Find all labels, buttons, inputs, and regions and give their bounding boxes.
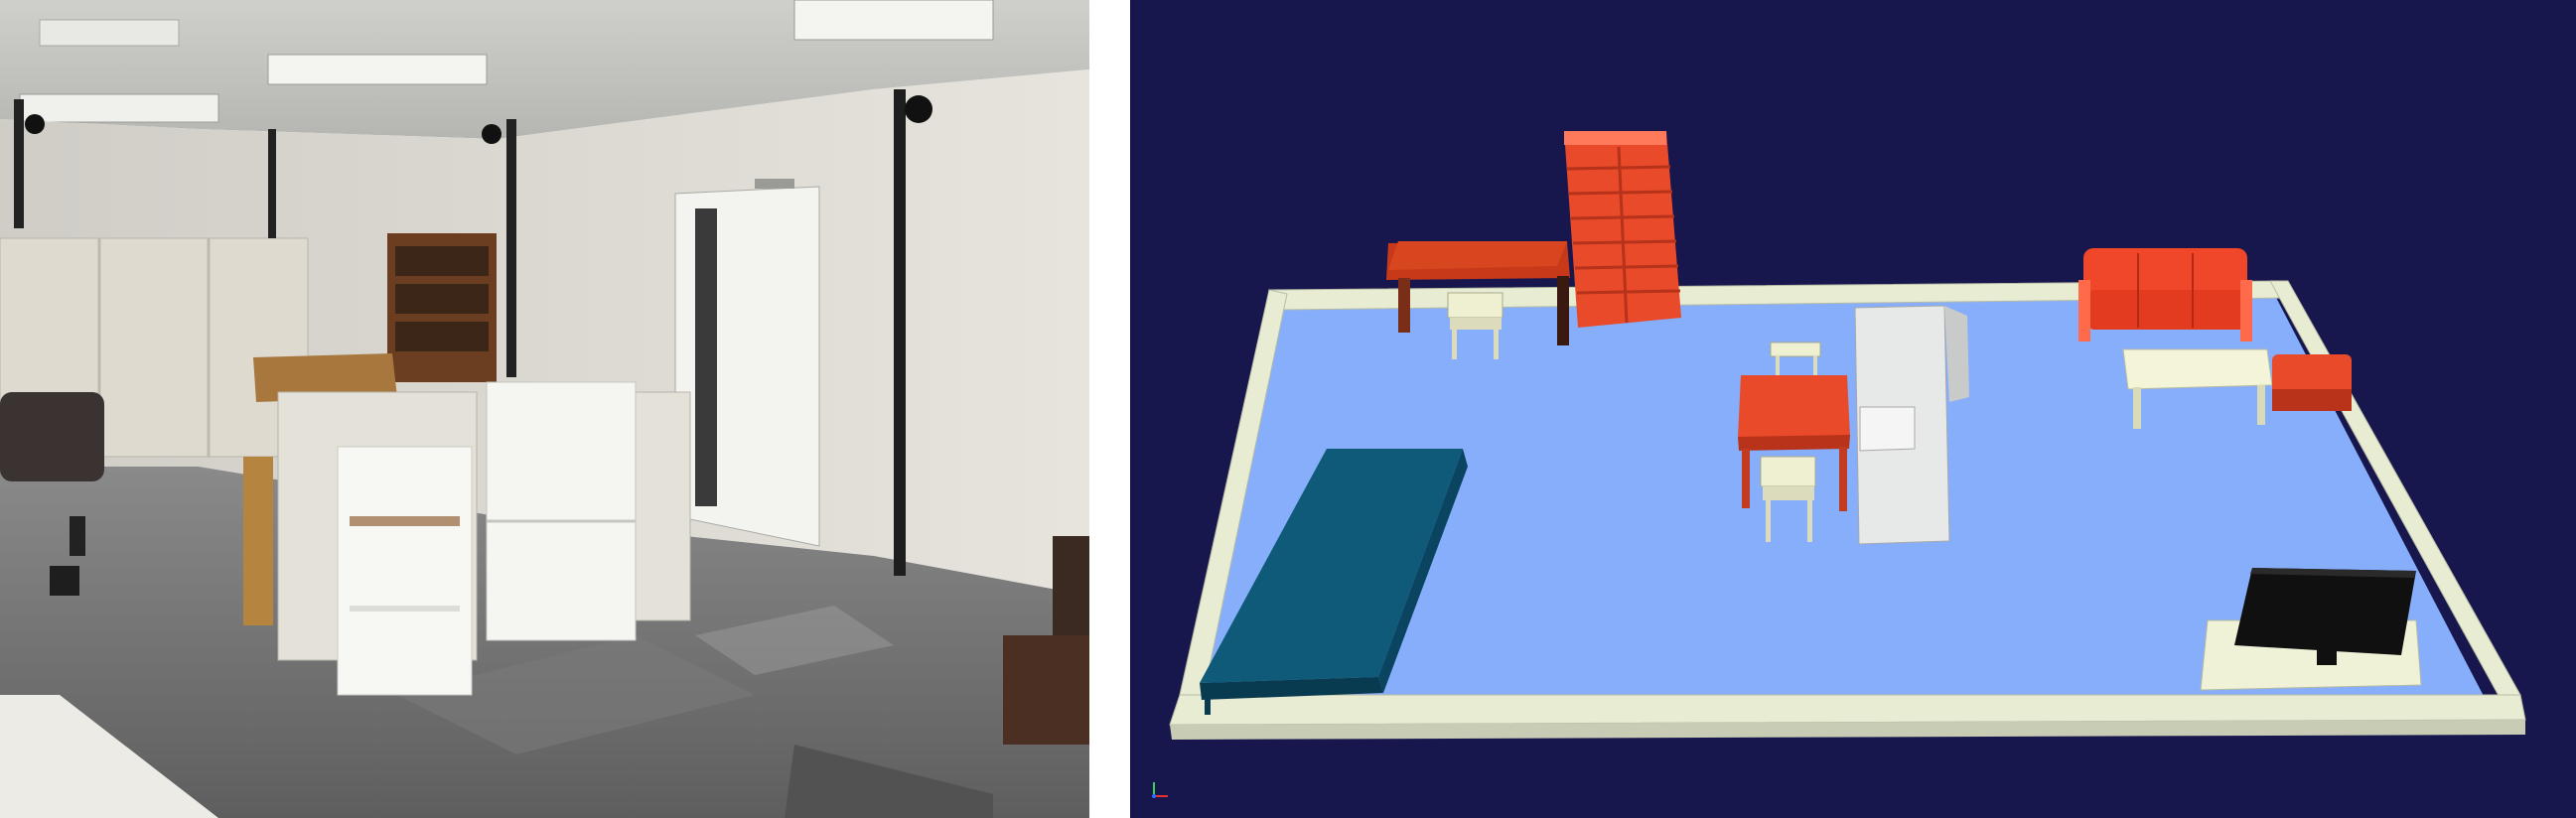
real-room-photo <box>0 0 1089 818</box>
photo-canvas <box>0 0 1089 818</box>
wall-front <box>1169 694 2526 726</box>
camera <box>905 95 932 123</box>
white-shelf <box>337 446 473 696</box>
camera-pole <box>268 129 276 238</box>
refrigerator <box>486 381 637 641</box>
ceiling-light <box>793 0 994 41</box>
ceiling-light <box>19 93 219 123</box>
camera-pole <box>894 89 906 576</box>
sofa <box>2078 248 2252 341</box>
camera <box>25 114 45 134</box>
ceiling-light <box>267 54 488 85</box>
bookshelf <box>1564 131 1681 328</box>
render-canvas <box>1130 0 2576 818</box>
camera-pole <box>506 119 516 377</box>
camera <box>50 566 79 596</box>
side-table <box>1003 635 1089 745</box>
camera-pole <box>14 99 24 228</box>
armchair <box>0 392 104 481</box>
ottoman <box>2272 354 2352 411</box>
chair <box>243 457 273 625</box>
camera <box>70 516 85 556</box>
camera <box>482 124 501 144</box>
virtual-room-render <box>1130 0 2576 818</box>
